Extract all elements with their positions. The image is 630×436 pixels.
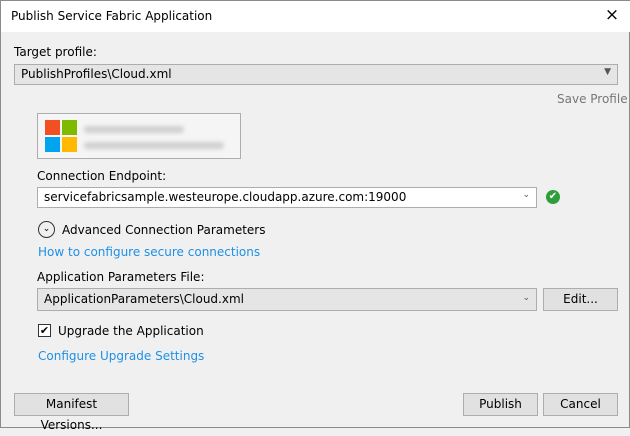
upgrade-checkbox[interactable]: ✔ [38,324,51,337]
app-params-value: ApplicationParameters\Cloud.xml [44,292,244,306]
chevron-down-icon[interactable]: ⌄ [522,190,530,200]
configure-upgrade-link[interactable]: Configure Upgrade Settings [38,349,204,363]
target-profile-select[interactable]: PublishProfiles\Cloud.xml ▼ [14,64,618,85]
logo-square [62,120,77,135]
window-title: Publish Service Fabric Application [11,9,213,23]
upgrade-label: Upgrade the Application [58,324,204,338]
close-icon[interactable]: × [601,5,623,25]
cancel-button[interactable]: Cancel [543,393,618,416]
account-picker[interactable] [37,113,241,159]
advanced-connection-toggle[interactable]: Advanced Connection Parameters [62,223,265,237]
publish-button[interactable]: Publish [463,393,538,416]
edit-button[interactable]: Edit... [543,288,618,311]
check-success-icon: ✔ [546,190,560,204]
app-params-select[interactable]: ApplicationParameters\Cloud.xml ⌄ [37,288,537,311]
blurred-account-name [84,126,184,133]
blurred-account-email [84,142,224,149]
connection-endpoint-value: servicefabricsample.westeurope.cloudapp.… [44,190,407,204]
chevron-down-icon: ▼ [604,67,611,77]
save-profile-link[interactable]: Save Profile [557,92,628,106]
connection-endpoint-label: Connection Endpoint: [37,169,167,183]
manifest-versions-button[interactable]: Manifest Versions... [14,393,129,432]
target-profile-value: PublishProfiles\Cloud.xml [21,67,172,81]
target-profile-label: Target profile: [14,45,97,59]
microsoft-logo-icon [45,120,60,135]
app-params-label: Application Parameters File: [37,270,205,284]
expand-circle-icon[interactable]: ⌄ [38,221,55,238]
connection-endpoint-input[interactable]: servicefabricsample.westeurope.cloudapp.… [37,187,537,208]
chevron-down-icon: ⌄ [522,293,530,303]
logo-square [62,137,77,152]
secure-connections-link[interactable]: How to configure secure connections [38,245,260,259]
logo-square [45,137,60,152]
